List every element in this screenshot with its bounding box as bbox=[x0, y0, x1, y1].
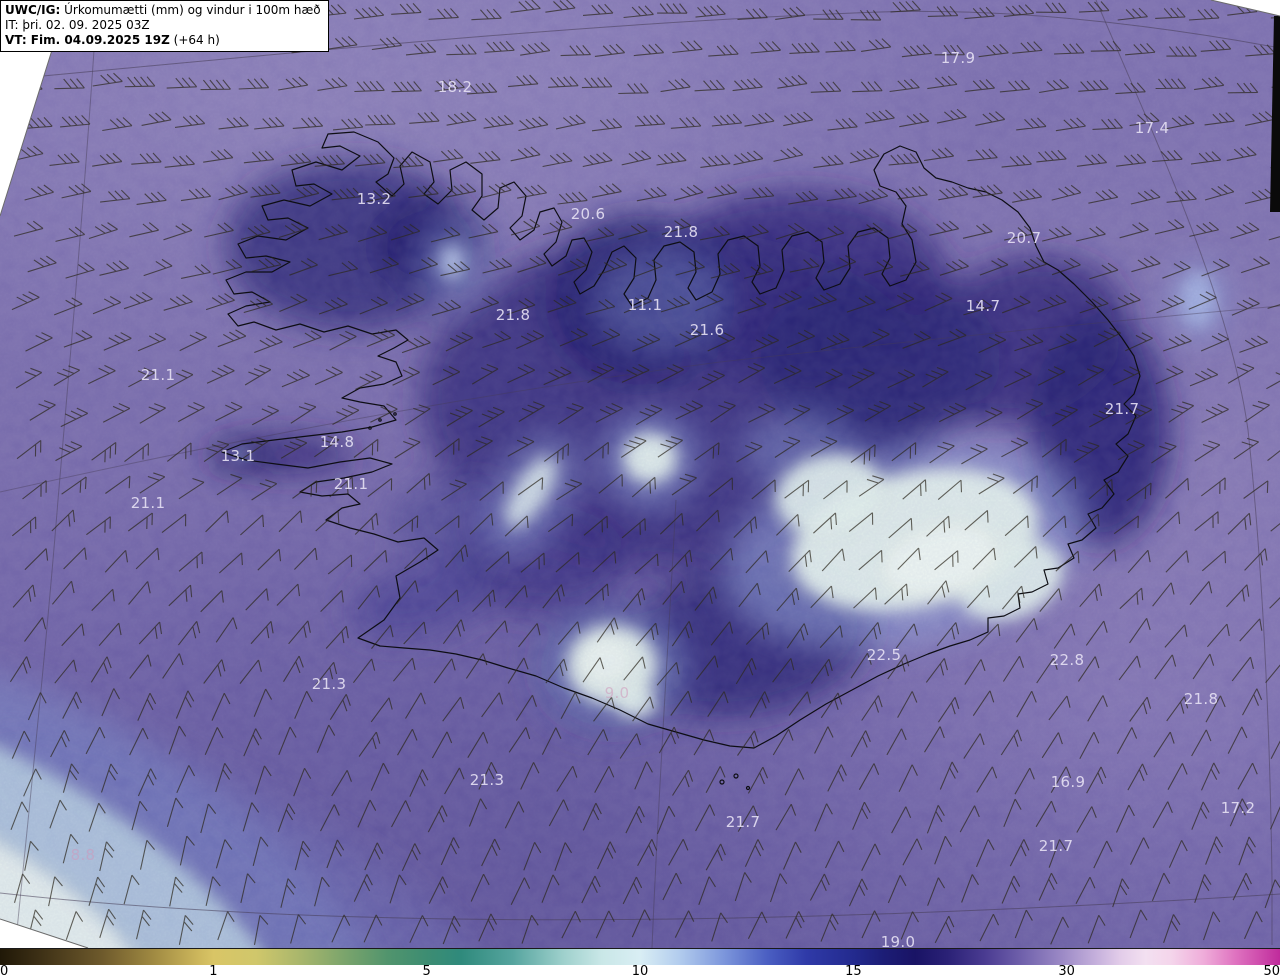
map-graphics bbox=[0, 0, 1280, 978]
noise-texture-fine bbox=[0, 0, 1280, 948]
valid-offset: (+64 h) bbox=[169, 33, 220, 47]
colorbar-tick-label: 30 bbox=[1058, 964, 1075, 978]
weather-map: 17.9 18.2 17.4 13.2 20.6 21.8 20.7 14.7 11.1 21.8… bbox=[0, 0, 1280, 978]
colorbar-tick-label: 50 bbox=[1263, 964, 1280, 978]
colorbar-tick-label: 1 bbox=[209, 964, 218, 978]
colorbar-tick-label: 0 bbox=[0, 964, 9, 978]
product-code: UWC/IG: bbox=[5, 3, 61, 17]
colorbar-tick-label: 5 bbox=[422, 964, 431, 978]
colorbar-tick-label: 10 bbox=[631, 964, 649, 978]
valid-time: VT: Fim. 04.09.2025 19Z bbox=[5, 33, 170, 47]
colorbar: 0 1 5 10 15 30 50 bbox=[0, 948, 1280, 978]
colorbar-tick-label: 15 bbox=[845, 964, 862, 978]
valid-time-line: VT: Fim. 04.09.2025 19Z (+64 h) bbox=[5, 33, 321, 48]
title-box: UWC/IG: Úrkomumætti (mm) og vindur i 100… bbox=[0, 0, 329, 52]
product-title-line: UWC/IG: Úrkomumætti (mm) og vindur i 100… bbox=[5, 3, 321, 18]
product-title: Úrkomumætti (mm) og vindur i 100m hæð bbox=[60, 3, 321, 17]
init-time: IT: þri. 02. 09. 2025 03Z bbox=[5, 18, 150, 32]
colorbar-tick-labels: 0 1 5 10 15 30 50 bbox=[0, 964, 1280, 978]
